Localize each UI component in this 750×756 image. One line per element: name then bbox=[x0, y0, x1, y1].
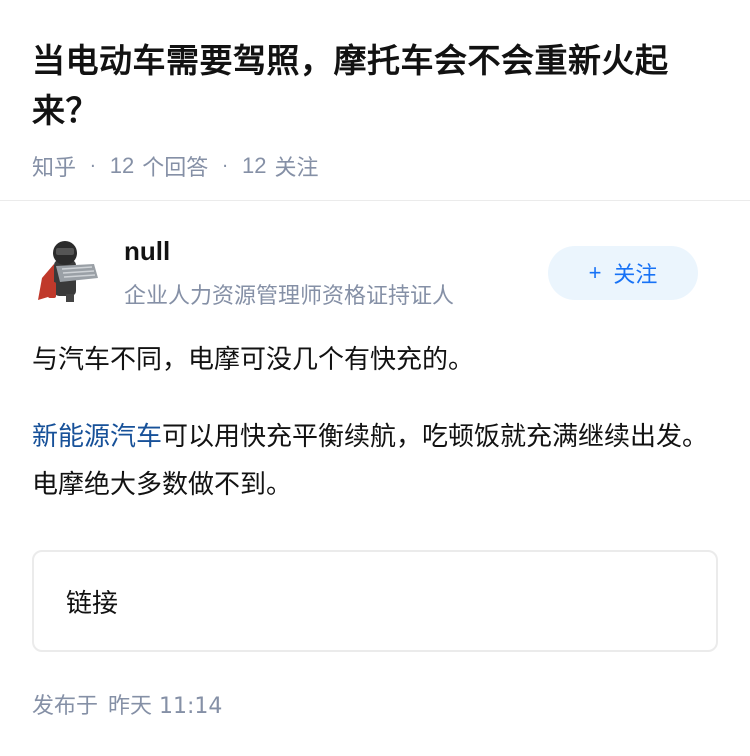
publish-info: 发布于 昨天 11:14 bbox=[32, 688, 222, 720]
question-meta: 知乎 · 12 个回答 · 12 关注 bbox=[32, 150, 722, 182]
answer-count: 12 bbox=[109, 153, 135, 178]
follow-button-label: 关注 bbox=[613, 262, 658, 287]
link-card-label: 链接 bbox=[66, 588, 119, 619]
publish-prefix: 发布于 bbox=[32, 694, 99, 719]
follower-count: 12 bbox=[241, 153, 267, 178]
plus-icon: + bbox=[588, 260, 602, 285]
keyword-link[interactable]: 新能源汽车 bbox=[32, 422, 162, 452]
separator-dot: · bbox=[222, 155, 228, 177]
follower-count-label[interactable]: 关注 bbox=[274, 150, 318, 182]
source-label[interactable]: 知乎 bbox=[32, 150, 76, 182]
answer-count-label[interactable]: 个回答 bbox=[142, 150, 208, 182]
answer-paragraph: 新能源汽车可以用快充平衡续航，吃顿饭就充满继续出发。电摩绝大多数做不到。 bbox=[32, 413, 718, 509]
divider bbox=[0, 200, 750, 201]
separator-dot: · bbox=[90, 155, 96, 177]
follow-button[interactable]: + 关注 bbox=[548, 246, 698, 300]
avatar[interactable] bbox=[32, 238, 106, 302]
question-header: 当电动车需要驾照，摩托车会不会重新火起来？ 知乎 · 12 个回答 · 12 关… bbox=[32, 36, 722, 182]
answer-paragraph: 与汽车不同，电摩可没几个有快充的。 bbox=[32, 345, 475, 375]
author-name[interactable]: null bbox=[124, 236, 170, 267]
question-title[interactable]: 当电动车需要驾照，摩托车会不会重新火起来？ bbox=[32, 36, 722, 136]
link-card[interactable]: 链接 bbox=[32, 550, 718, 652]
author-card: null 企业人力资源管理师资格证持证人 + 关注 bbox=[32, 232, 718, 318]
publish-time: 昨天 11:14 bbox=[108, 694, 223, 719]
avatar-image-icon bbox=[38, 241, 98, 302]
author-bio: 企业人力资源管理师资格证持证人 bbox=[124, 284, 455, 309]
answer-content: 与汽车不同，电摩可没几个有快充的。 新能源汽车可以用快充平衡续航，吃顿饭就充满继… bbox=[32, 336, 718, 538]
